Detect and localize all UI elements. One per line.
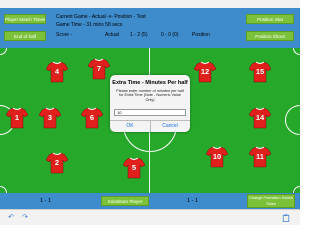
player-shirt[interactable]: 10 (205, 145, 229, 169)
position-score: 0 - 0 (0) (161, 32, 179, 38)
player-shirt[interactable]: 4 (45, 60, 69, 84)
player-shirt[interactable]: 11 (248, 145, 272, 169)
position-stat-button[interactable]: Position Stat (246, 14, 294, 24)
player-number: 1 (14, 113, 20, 122)
ok-button[interactable]: OK (110, 120, 150, 132)
corner-arc-top-right (293, 48, 300, 55)
dialog-title: Extra Time - Minutes Per half (112, 80, 188, 86)
player-shirt[interactable]: 1 (5, 106, 29, 130)
bottom-bar: 1 - 1 Substitute Player 1 - 1 Change For… (0, 193, 300, 209)
player-shirt[interactable]: 6 (80, 106, 104, 130)
corner-arc-top-left (0, 48, 7, 55)
end-of-half-button[interactable]: End of half (4, 31, 46, 41)
right-score: 1 - 1 (187, 198, 199, 204)
change-formation-button[interactable]: Change Formation Switch Sides (247, 194, 295, 208)
status-bar (0, 0, 300, 8)
player-match-times-button[interactable]: Player Match Times (4, 14, 46, 24)
undo-icon[interactable]: ↶ (7, 214, 15, 222)
player-number: 12 (200, 67, 210, 76)
player-number: 15 (255, 67, 265, 76)
game-header: Player Match Times End of half Current G… (0, 8, 300, 48)
corner-arc-bottom-right (293, 186, 300, 193)
player-number: 3 (47, 113, 53, 122)
player-number: 7 (96, 64, 102, 73)
extra-time-dialog: Extra Time - Minutes Per half Please ent… (110, 75, 190, 132)
toolbar: ↶ ↷ (0, 209, 300, 225)
cancel-button[interactable]: Cancel (150, 120, 190, 132)
player-number: 5 (131, 163, 137, 172)
player-number: 2 (54, 158, 60, 167)
player-shirt[interactable]: 5 (122, 156, 146, 180)
actual-score: 1 - 2 (5) (130, 32, 148, 38)
position-shoot-button[interactable]: Position Shoot (246, 31, 294, 41)
player-number: 11 (256, 152, 264, 161)
player-shirt[interactable]: 3 (38, 106, 62, 130)
current-game-text: Current Game - Actual -v- Position - Tes… (56, 14, 146, 20)
player-number: 14 (255, 113, 265, 122)
game-time-text: Game Time - 31 mins 58 secs (56, 22, 123, 28)
player-number: 4 (54, 67, 60, 76)
player-number: 10 (212, 152, 222, 161)
right-goal-arc (285, 105, 300, 135)
player-shirt[interactable]: 15 (248, 60, 272, 84)
player-shirt[interactable]: 12 (193, 60, 217, 84)
left-score: 1 - 1 (40, 198, 52, 204)
player-shirt[interactable]: 14 (248, 106, 272, 130)
corner-arc-bottom-left (0, 186, 7, 193)
substitute-player-button[interactable]: Substitute Player (101, 196, 149, 206)
dialog-message: Please enter number of minutes per half … (116, 89, 184, 102)
player-shirt[interactable]: 2 (45, 151, 69, 175)
player-shirt[interactable]: 7 (87, 57, 111, 81)
clipboard-icon[interactable] (282, 214, 290, 222)
minutes-input[interactable]: 10 (114, 109, 186, 116)
score-label: Score - (56, 32, 73, 38)
position-label: Position (192, 32, 210, 38)
actual-label: Actual (105, 32, 119, 38)
redo-icon[interactable]: ↷ (21, 214, 29, 222)
player-number: 6 (89, 113, 95, 122)
